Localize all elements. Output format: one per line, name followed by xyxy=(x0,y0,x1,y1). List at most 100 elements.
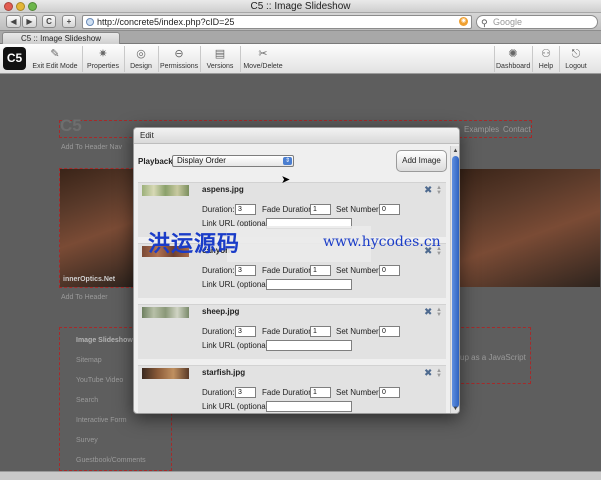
chevron-updown-icon: ⇕ xyxy=(283,157,292,165)
window-controls xyxy=(4,2,37,11)
nav-contact[interactable]: Contact xyxy=(503,125,531,134)
sidebar-item-image-slideshow[interactable]: Image Slideshow xyxy=(76,337,133,344)
forward-button[interactable]: ▶ xyxy=(22,15,37,28)
reorder-icon[interactable]: ▲ ▼ xyxy=(436,307,442,318)
search-field[interactable]: ⚲ Google xyxy=(476,15,598,29)
zoom-window-button[interactable] xyxy=(28,2,37,11)
sidebar-item-survey[interactable]: Survey xyxy=(76,437,98,444)
add-to-header-link[interactable]: Add To Header xyxy=(61,294,108,301)
window-title: C5 :: Image Slideshow xyxy=(250,1,351,12)
link-url-input[interactable] xyxy=(266,340,352,351)
image-filename: starfish.jpg xyxy=(202,368,246,377)
add-bookmark-button[interactable]: + xyxy=(62,15,76,28)
globe-icon xyxy=(86,18,94,26)
link-url-input[interactable] xyxy=(266,279,352,290)
exit-edit-label: Exit Edit Mode xyxy=(32,63,78,70)
versions-button[interactable]: ▤ Versions xyxy=(204,44,236,74)
sidebar-item-guestbook[interactable]: Guestbook/Comments xyxy=(76,457,146,464)
design-icon: ◎ xyxy=(136,48,146,60)
duration-input[interactable]: 3 xyxy=(235,204,256,215)
toolbar-divider xyxy=(124,46,125,72)
image-row-starfish: starfish.jpg Duration: 3 Fade Duration: … xyxy=(138,365,446,413)
address-bar[interactable]: http://concrete5/index.php?cID=25 xyxy=(82,15,472,29)
toolbar-divider xyxy=(532,46,533,72)
duration-label: Duration: xyxy=(202,266,235,275)
duration-input[interactable]: 3 xyxy=(235,387,256,398)
window-titlebar: C5 :: Image Slideshow xyxy=(0,0,601,13)
rss-icon[interactable]: ◉ xyxy=(459,17,468,26)
toolbar-divider xyxy=(240,46,241,72)
logout-icon: ⎋ xyxy=(571,48,581,60)
image-filename: aspens.jpg xyxy=(202,185,244,194)
move-delete-label: Move/Delete xyxy=(243,63,283,70)
remove-image-icon[interactable]: ✖ xyxy=(424,369,432,379)
toolbar-divider xyxy=(494,46,495,72)
design-button[interactable]: ◎ Design xyxy=(126,44,156,74)
set-number-input[interactable]: 0 xyxy=(379,265,400,276)
fade-duration-label: Fade Duration: xyxy=(262,205,315,214)
exit-edit-icon: ✎ xyxy=(50,48,60,60)
link-url-input[interactable] xyxy=(266,401,352,412)
cms-toolbar: C5 ✎ Exit Edit Mode ✷ Properties ◎ Desig… xyxy=(0,44,601,74)
fade-duration-input[interactable]: 1 xyxy=(310,387,331,398)
image-thumbnail xyxy=(142,185,189,196)
move-delete-button[interactable]: ✂ Move/Delete xyxy=(242,44,284,74)
image-thumbnail xyxy=(142,368,189,379)
playback-select[interactable]: Display Order ⇕ xyxy=(172,155,294,167)
reload-button[interactable]: C xyxy=(42,15,56,28)
design-label: Design xyxy=(130,63,152,70)
reorder-icon[interactable]: ▲ ▼ xyxy=(436,185,442,196)
toolbar-divider xyxy=(82,46,83,72)
lock-icon: ⊖ xyxy=(174,48,184,60)
remove-image-icon[interactable]: ✖ xyxy=(424,186,432,196)
header-photo xyxy=(60,169,133,287)
mouse-pointer-icon: ➤ xyxy=(281,174,291,186)
add-image-button[interactable]: Add Image xyxy=(396,150,447,172)
duration-input[interactable]: 3 xyxy=(235,265,256,276)
back-button[interactable]: ◀ xyxy=(6,15,21,28)
edit-dialog: Edit Playback Display Order ⇕ Add Image … xyxy=(133,127,460,414)
tab-image-slideshow[interactable]: C5 :: Image Slideshow xyxy=(2,32,120,44)
reorder-icon[interactable]: ▲ ▼ xyxy=(436,368,442,379)
properties-label: Properties xyxy=(87,63,119,70)
permissions-button[interactable]: ⊖ Permissions xyxy=(160,44,198,74)
scroll-up-arrow-icon[interactable]: ▲ xyxy=(451,147,459,155)
duration-label: Duration: xyxy=(202,327,235,336)
permissions-label: Permissions xyxy=(160,63,199,70)
logout-label: Logout xyxy=(565,63,587,70)
dashboard-button[interactable]: ✺ Dashboard xyxy=(496,44,530,74)
add-to-header-nav-link[interactable]: Add To Header Nav xyxy=(61,144,122,151)
properties-button[interactable]: ✷ Properties xyxy=(84,44,122,74)
set-number-label: Set Number: xyxy=(336,327,381,336)
nav-examples[interactable]: Examples xyxy=(464,125,499,134)
image-filename: sheep.jpg xyxy=(202,307,240,316)
sidebar-item-sitemap[interactable]: Sitemap xyxy=(76,357,102,364)
link-url-label: Link URL (optional): xyxy=(202,341,273,350)
close-window-button[interactable] xyxy=(4,2,13,11)
set-number-input[interactable]: 0 xyxy=(379,204,400,215)
toolbar-divider xyxy=(559,46,560,72)
duration-input[interactable]: 3 xyxy=(235,326,256,337)
remove-image-icon[interactable]: ✖ xyxy=(424,308,432,318)
c5-logo[interactable]: C5 xyxy=(3,47,26,70)
fade-duration-input[interactable]: 1 xyxy=(310,265,331,276)
versions-label: Versions xyxy=(206,63,234,70)
fade-duration-input[interactable]: 1 xyxy=(310,204,331,215)
sidebar-item-youtube-video[interactable]: YouTube Video xyxy=(76,377,123,384)
minimize-window-button[interactable] xyxy=(16,2,25,11)
site-logo[interactable]: C5 xyxy=(60,116,82,136)
help-button[interactable]: ⚇ Help xyxy=(536,44,556,74)
set-number-input[interactable]: 0 xyxy=(379,387,400,398)
fade-duration-input[interactable]: 1 xyxy=(310,326,331,337)
search-icon: ⚲ xyxy=(481,18,488,28)
set-number-input[interactable]: 0 xyxy=(379,326,400,337)
exit-edit-mode-button[interactable]: ✎ Exit Edit Mode xyxy=(30,44,80,74)
scrollbar-thumb[interactable] xyxy=(452,156,459,408)
sidebar-item-interactive-form[interactable]: Interactive Form xyxy=(76,417,127,424)
photo-caption: innerOptics.Net xyxy=(63,276,116,283)
tab-bar: C5 :: Image Slideshow xyxy=(0,31,601,44)
logout-button[interactable]: ⎋ Logout xyxy=(562,44,590,74)
sidebar-item-search[interactable]: Search xyxy=(76,397,98,404)
scroll-down-arrow-icon[interactable]: ▼ xyxy=(451,405,459,413)
fade-duration-label: Fade Duration: xyxy=(262,388,315,397)
